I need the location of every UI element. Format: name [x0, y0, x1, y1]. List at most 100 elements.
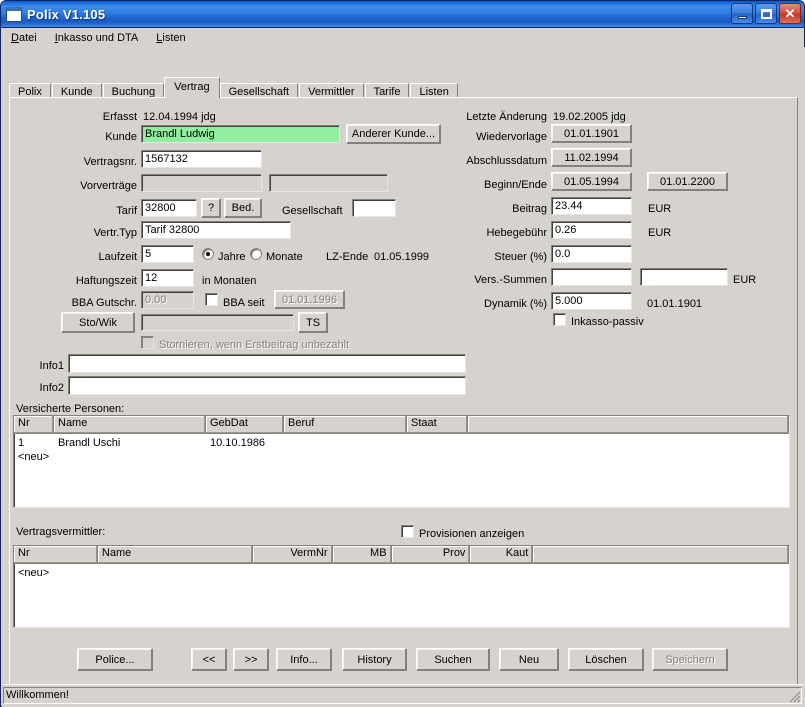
tarif-input[interactable]: 32800: [141, 199, 197, 217]
persons-cell-nr: 1: [18, 437, 25, 449]
label-abschlussdatum: Abschlussdatum: [466, 155, 547, 167]
vorvertraege-input-1[interactable]: [141, 174, 262, 192]
brokers-col-mb[interactable]: MB: [332, 546, 392, 563]
dynamik-input[interactable]: 5.000: [551, 292, 632, 310]
vers-summen-input-1[interactable]: [551, 268, 632, 286]
menu-bar: Datei Inkasso und DTA Listen: [1, 28, 804, 48]
label-steuer: Steuer (%): [494, 251, 547, 263]
label-vorvertraege: Vorverträge: [80, 180, 137, 192]
brokers-col-prov[interactable]: Prov: [391, 546, 471, 563]
menu-item-listen[interactable]: Listen: [153, 30, 194, 46]
close-button[interactable]: ✕: [779, 3, 801, 24]
brokers-new-row[interactable]: <neu>: [14, 566, 789, 580]
persons-col-nr[interactable]: Nr: [14, 416, 54, 433]
minimize-icon: [737, 15, 747, 19]
label-gesellschaft: Gesellschaft: [282, 205, 343, 217]
loeschen-button[interactable]: Löschen: [568, 648, 644, 671]
provisionen-anzeigen-label: Provisionen anzeigen: [419, 528, 525, 540]
tarif-help-button[interactable]: ?: [201, 198, 221, 218]
table-row[interactable]: 1 Brandl Uschi 10.10.1986: [14, 436, 789, 450]
label-laufzeit: Laufzeit: [98, 251, 137, 263]
vers-summen-input-2[interactable]: [640, 268, 728, 286]
window-title: Polix V1.105: [27, 6, 106, 22]
label-beginn-ende: Beginn/Ende: [484, 179, 547, 191]
neu-button[interactable]: Neu: [499, 648, 559, 671]
maximize-button[interactable]: [755, 3, 777, 24]
brokers-table[interactable]: Nr Name VermNr MB Prov Kaut <neu>: [13, 545, 790, 628]
history-button[interactable]: History: [342, 648, 407, 671]
vertragsnr-input[interactable]: 1567132: [141, 150, 262, 168]
steuer-input[interactable]: 0.0: [551, 245, 632, 263]
brokers-col-kaut[interactable]: Kaut: [470, 546, 534, 563]
radio-jahre-dot: [206, 252, 210, 256]
persons-new-row[interactable]: <neu>: [14, 450, 789, 464]
resize-grip[interactable]: [789, 691, 801, 703]
brokers-table-header: Nr Name VermNr MB Prov Kaut: [14, 546, 789, 564]
sto-wik-button[interactable]: Sto/Wik: [61, 312, 135, 333]
brokers-col-extra[interactable]: [533, 546, 789, 563]
tab-vertrag[interactable]: Vertrag: [164, 77, 220, 98]
brokers-col-name[interactable]: Name: [97, 546, 253, 563]
info1-input[interactable]: [68, 354, 466, 373]
haftungszeit-input[interactable]: 12: [141, 269, 194, 287]
persons-col-name[interactable]: Name: [54, 416, 206, 433]
vertr-typ-input[interactable]: Tarif 32800: [141, 221, 291, 239]
stornieren-checkbox[interactable]: [141, 336, 154, 349]
bba-gutschr-input[interactable]: 0.00: [141, 291, 194, 309]
persons-col-extra[interactable]: [468, 416, 789, 433]
police-button[interactable]: Police...: [77, 648, 153, 671]
value-lz-ende: 01.05.1999: [374, 251, 430, 263]
value-erfasst: 12.04.1994 jdg: [143, 111, 216, 123]
bba-checkbox[interactable]: [205, 293, 218, 306]
radio-monate-label: Monate: [266, 251, 303, 263]
radio-monate[interactable]: [250, 248, 262, 260]
title-bar: Polix V1.105 ✕: [1, 1, 804, 28]
minimize-button[interactable]: [731, 3, 753, 24]
provisionen-anzeigen-checkbox[interactable]: [401, 525, 414, 538]
dynamik-date: 01.01.1901: [647, 298, 703, 310]
menu-item-datei[interactable]: Datei: [8, 30, 46, 46]
speichern-button[interactable]: Speichern: [652, 648, 728, 671]
sto-wik-input[interactable]: [141, 314, 294, 331]
wiedervorlage-button[interactable]: 01.01.1901: [551, 124, 632, 143]
kunde-input[interactable]: Brandl Ludwig: [141, 125, 340, 143]
bed-button[interactable]: Bed.: [224, 198, 262, 218]
info2-input[interactable]: [68, 376, 466, 395]
persons-col-gebdat[interactable]: GebDat: [206, 416, 284, 433]
brokers-col-vermnr[interactable]: VermNr: [252, 546, 333, 563]
abschlussdatum-button[interactable]: 11.02.1994: [551, 148, 632, 167]
bba-date-button[interactable]: 01.01.1996: [274, 290, 345, 309]
ende-button[interactable]: 01.01.2200: [647, 172, 728, 191]
persons-cell-beruf: [284, 436, 407, 450]
beitrag-currency: EUR: [648, 203, 672, 215]
label-info2: Info2: [39, 382, 64, 394]
ts-button[interactable]: TS: [298, 312, 328, 333]
info-button[interactable]: Info...: [276, 648, 332, 671]
gesellschaft-input[interactable]: [352, 199, 396, 217]
persons-table-header: Nr Name GebDat Beruf Staat: [14, 416, 789, 434]
anderer-kunde-button[interactable]: Anderer Kunde...: [346, 124, 441, 144]
brokers-col-nr[interactable]: Nr: [14, 546, 98, 563]
hebegebuehr-input[interactable]: 0.26: [551, 221, 632, 239]
menu-item-inkasso-und-dta[interactable]: Inkasso und DTA: [52, 30, 148, 46]
next-button[interactable]: >>: [233, 648, 269, 671]
radio-jahre-label: Jahre: [218, 251, 246, 263]
window-icon: [6, 6, 22, 22]
radio-jahre[interactable]: [202, 248, 214, 260]
label-vertr-typ: Vertr.Typ: [93, 227, 137, 239]
maximize-icon: [760, 8, 772, 19]
value-letzte-aenderung: 19.02.2005 jdg: [553, 111, 626, 123]
laufzeit-input[interactable]: 5: [141, 245, 194, 263]
label-wiedervorlage: Wiedervorlage: [476, 131, 547, 143]
persons-table[interactable]: Nr Name GebDat Beruf Staat 1 Brandl Usch…: [13, 415, 790, 508]
beitrag-input[interactable]: 23.44: [551, 197, 632, 215]
persons-col-beruf[interactable]: Beruf: [284, 416, 407, 433]
label-tarif: Tarif: [116, 205, 137, 217]
prev-button[interactable]: <<: [191, 648, 227, 671]
vorvertraege-input-2[interactable]: [269, 174, 388, 192]
beginn-button[interactable]: 01.05.1994: [551, 172, 632, 191]
bba-checkbox-label: BBA seit: [223, 297, 265, 309]
persons-col-staat[interactable]: Staat: [407, 416, 468, 433]
inkasso-passiv-checkbox[interactable]: [553, 313, 566, 326]
suchen-button[interactable]: Suchen: [416, 648, 490, 671]
